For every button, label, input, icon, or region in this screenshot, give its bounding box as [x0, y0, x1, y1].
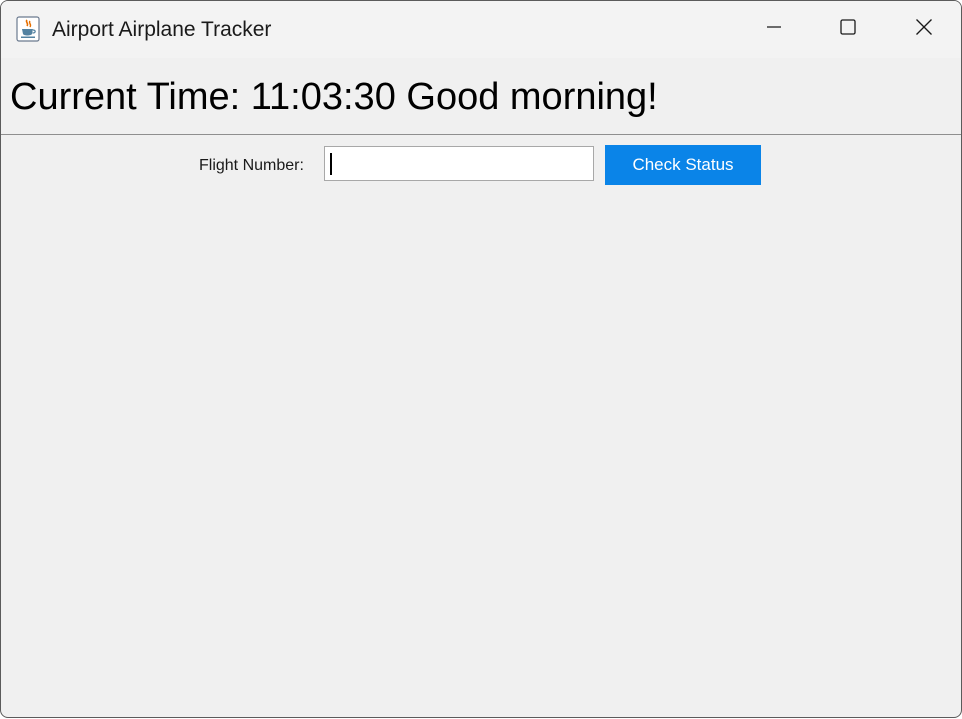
flight-number-label: Flight Number: — [199, 157, 304, 174]
maximize-icon — [839, 18, 857, 41]
current-time-greeting: Current Time: 11:03:30 Good morning! — [10, 76, 658, 118]
close-icon — [915, 18, 933, 41]
check-status-button[interactable]: Check Status — [605, 145, 761, 185]
title-bar[interactable]: Airport Airplane Tracker — [1, 1, 961, 58]
maximize-button[interactable] — [811, 1, 885, 58]
text-caret — [330, 153, 332, 175]
minimize-button[interactable] — [737, 1, 811, 58]
java-coffee-cup-icon — [16, 16, 40, 42]
close-button[interactable] — [887, 1, 961, 58]
minimize-icon — [765, 18, 783, 41]
flight-number-input[interactable] — [324, 146, 594, 181]
window-title: Airport Airplane Tracker — [52, 18, 272, 41]
app-window: Airport Airplane Tracker Current Time: 1… — [0, 0, 962, 718]
header-panel: Current Time: 11:03:30 Good morning! — [1, 58, 961, 135]
